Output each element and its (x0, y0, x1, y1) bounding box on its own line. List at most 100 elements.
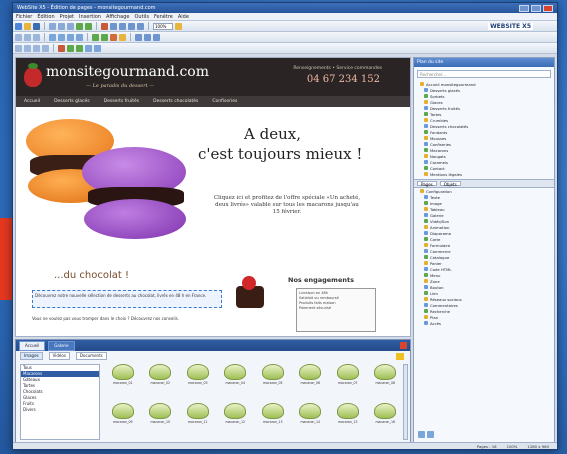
send-back-icon[interactable] (94, 44, 101, 52)
menu-item[interactable]: Affichage (106, 14, 130, 20)
menu-item[interactable]: Insertion (79, 14, 101, 20)
cut-icon[interactable] (49, 22, 56, 30)
redo-icon[interactable] (85, 22, 92, 30)
italic-icon[interactable] (24, 33, 31, 41)
tree-item[interactable]: Accès (420, 320, 554, 326)
menu-item[interactable]: Édition (37, 14, 54, 20)
pointer-icon[interactable] (15, 44, 22, 52)
justify-icon[interactable] (76, 33, 83, 41)
text-tool-icon[interactable] (24, 44, 31, 52)
thumbnail[interactable]: macaron_12 (219, 403, 253, 440)
tree-item-label: Menu (430, 272, 441, 278)
nav-item[interactable]: Desserts chocolatés (153, 99, 198, 104)
thumbnail-image (186, 403, 209, 419)
thumbnail[interactable]: macaron_04 (219, 364, 253, 401)
layers-icon[interactable] (153, 33, 160, 41)
thumbnail[interactable]: macaron_09 (106, 403, 140, 440)
group-icon[interactable] (67, 44, 74, 52)
tab-objects[interactable]: Objets (439, 181, 461, 187)
thumbnail[interactable]: macaron_01 (106, 364, 140, 401)
menu-item[interactable]: Projet (60, 14, 74, 20)
selected-text-block[interactable]: Découvrez notre nouvelle sélection de de… (32, 290, 222, 308)
link-icon[interactable] (137, 22, 144, 30)
maximize-button[interactable] (531, 4, 541, 12)
remove-page-icon[interactable] (427, 431, 434, 438)
page-icon (424, 201, 428, 205)
paste-icon[interactable] (67, 22, 74, 30)
insert-object-icon[interactable] (135, 33, 142, 41)
tree-item-label: Fondants (430, 129, 448, 135)
folder-icon[interactable] (396, 352, 404, 360)
tab-pages[interactable]: Pages (417, 181, 437, 187)
hero-offer-text[interactable]: Cliquez ici et profitez de l'offre spéci… (212, 195, 362, 216)
thumbnail[interactable]: macaron_05 (256, 364, 290, 401)
nav-item[interactable]: Desserts glacés (54, 99, 90, 104)
bring-front-icon[interactable] (85, 44, 92, 52)
section-text[interactable]: Vous ne voulez pas vous tromper dans le … (32, 316, 179, 321)
engagements-box[interactable]: Livraison en 48h Satisfait ou remboursé … (296, 288, 376, 332)
category-item[interactable]: Divers (21, 407, 99, 413)
filter-documents[interactable]: Documents (75, 352, 107, 360)
bold-icon[interactable] (15, 33, 22, 41)
thumbnail[interactable]: macaron_06 (294, 364, 328, 401)
page-icon (424, 130, 428, 134)
image-icon[interactable] (128, 22, 135, 30)
help-icon[interactable] (175, 22, 182, 30)
thumbnail[interactable]: macaron_02 (144, 364, 178, 401)
thumbnail[interactable]: macaron_08 (369, 364, 403, 401)
thumbnail[interactable]: macaron_14 (294, 403, 328, 440)
menu-item[interactable]: Outils (134, 14, 148, 20)
ungroup-icon[interactable] (76, 44, 83, 52)
menu-item[interactable]: Fenêtre (154, 14, 173, 20)
hero-banner[interactable]: A deux, c'est toujours mieux ! Cliquez i… (16, 107, 410, 257)
new-icon[interactable] (15, 22, 22, 30)
bullet-list-icon[interactable] (92, 33, 99, 41)
close-button[interactable] (543, 4, 553, 12)
ellipse-tool-icon[interactable] (42, 44, 49, 52)
save-icon[interactable] (33, 22, 40, 30)
thumbnail[interactable]: macaron_07 (331, 364, 365, 401)
text-color-icon[interactable] (110, 33, 117, 41)
thumbnail[interactable]: macaron_15 (331, 403, 365, 440)
minimize-button[interactable] (519, 4, 529, 12)
close-icon[interactable] (400, 342, 407, 349)
undo-icon[interactable] (76, 22, 83, 30)
menu-item[interactable]: Aide (178, 14, 189, 20)
align-left-icon[interactable] (49, 33, 56, 41)
insert-widget-icon[interactable] (144, 33, 151, 41)
preview-icon[interactable] (101, 22, 108, 30)
tab-home[interactable]: Accueil (19, 340, 46, 351)
tab-gallery[interactable]: Galerie (48, 340, 75, 351)
zoom-select[interactable]: 100% (153, 22, 173, 30)
thumbnail[interactable]: macaron_13 (256, 403, 290, 440)
delete-icon[interactable] (58, 44, 65, 52)
publish-icon[interactable] (110, 22, 117, 30)
nav-item[interactable]: Desserts fruités (104, 99, 140, 104)
tree-item[interactable]: Mentions légales (420, 171, 554, 177)
open-icon[interactable] (24, 22, 31, 30)
tree-search-input[interactable]: Rechercher... (417, 70, 551, 78)
add-page-icon[interactable] (418, 431, 425, 438)
page-editor-canvas[interactable]: monsitegourmand.com — Le paradis du dess… (15, 57, 411, 337)
page-icon (424, 94, 428, 98)
site-logo-text[interactable]: monsitegourmand.com (46, 64, 209, 80)
align-center-icon[interactable] (58, 33, 65, 41)
scrollbar[interactable] (403, 364, 408, 440)
number-list-icon[interactable] (101, 33, 108, 41)
thumbnail[interactable]: macaron_10 (144, 403, 178, 440)
dessert-image[interactable] (230, 274, 270, 314)
align-right-icon[interactable] (67, 33, 74, 41)
copy-icon[interactable] (58, 22, 65, 30)
filter-images[interactable]: Images (20, 352, 43, 360)
menu-item[interactable]: Fichier (16, 14, 32, 20)
filter-videos[interactable]: Vidéos (48, 352, 70, 360)
thumbnail[interactable]: macaron_03 (181, 364, 215, 401)
nav-item[interactable]: Confiseries (212, 99, 237, 104)
table-icon[interactable] (119, 22, 126, 30)
highlight-icon[interactable] (119, 33, 126, 41)
rectangle-tool-icon[interactable] (33, 44, 40, 52)
underline-icon[interactable] (33, 33, 40, 41)
thumbnail[interactable]: macaron_11 (181, 403, 215, 440)
thumbnail[interactable]: macaron_16 (369, 403, 403, 440)
nav-item[interactable]: Accueil (24, 99, 40, 104)
